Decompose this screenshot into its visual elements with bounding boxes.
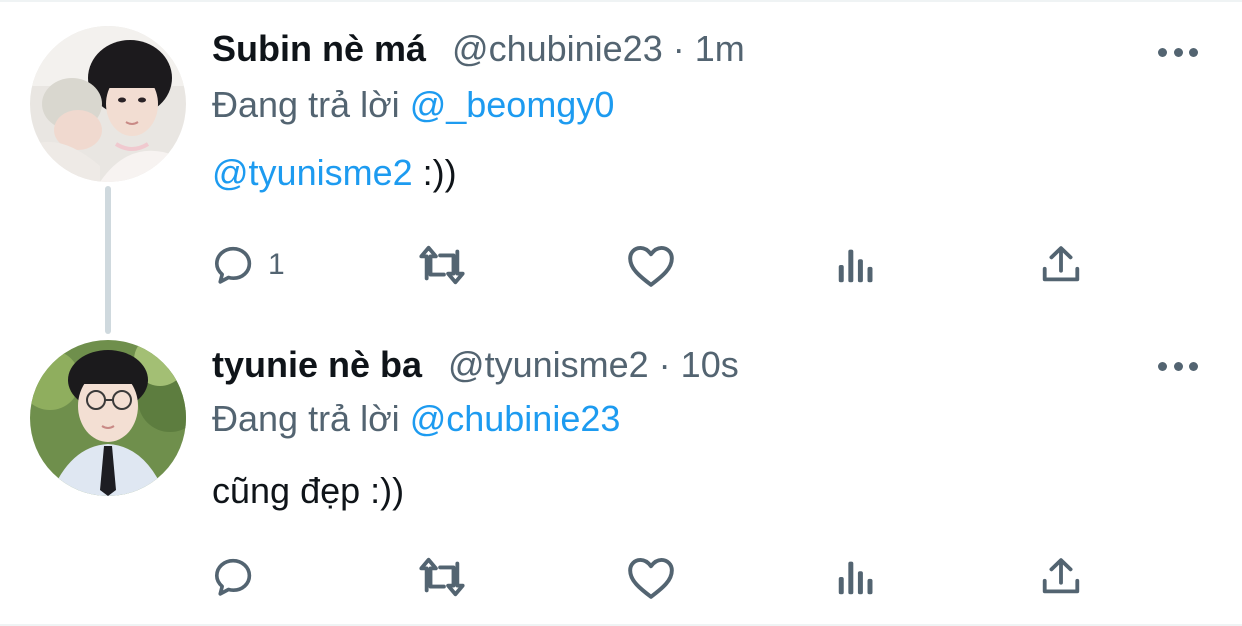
replying-to-label: Đang trả lời <box>212 84 410 125</box>
more-horizontal-icon[interactable] <box>1158 356 1198 376</box>
more-horizontal-icon[interactable] <box>1158 42 1198 62</box>
share-icon <box>1042 246 1080 282</box>
replying-to: Đang trả lời @chubinie23 <box>212 398 620 440</box>
reply-icon <box>214 558 252 596</box>
like-button[interactable] <box>626 552 676 602</box>
tweet-body: :)) <box>412 152 457 193</box>
tweet-text: @tyunisme2 :)) <box>212 152 457 194</box>
tweet-text: cũng đẹp :)) <box>212 470 404 512</box>
like-button[interactable] <box>626 240 676 290</box>
retweet-button[interactable] <box>414 240 470 290</box>
tweet[interactable]: Subin nè má @chubinie23 · 1m Đang trả lờ… <box>0 0 1242 334</box>
action-bar: 1 <box>212 240 1112 290</box>
mention-link[interactable]: @tyunisme2 <box>212 152 413 193</box>
views-icon <box>838 249 873 283</box>
thread-line <box>105 186 111 334</box>
views-icon <box>838 561 873 595</box>
views-button[interactable] <box>834 240 878 290</box>
avatar[interactable] <box>30 26 186 182</box>
mention-link[interactable]: @chubinie23 <box>410 398 621 439</box>
reply-button[interactable] <box>212 552 268 602</box>
separator: · <box>672 28 685 69</box>
handle[interactable]: @tyunisme2 <box>448 344 649 386</box>
tweet-header: tyunie nè ba @tyunisme2 · 10s <box>212 344 739 394</box>
display-name[interactable]: Subin nè má <box>212 28 426 70</box>
reply-button[interactable]: 1 <box>212 240 285 290</box>
display-name[interactable]: tyunie nè ba <box>212 344 422 386</box>
tweet-body: cũng đẹp :)) <box>212 470 405 511</box>
timestamp[interactable]: 1m <box>695 28 745 70</box>
replying-to: Đang trả lời @_beomgy0 <box>212 84 614 126</box>
timestamp[interactable]: 10s <box>681 344 739 386</box>
separator: · <box>658 344 671 385</box>
avatar[interactable] <box>30 340 186 496</box>
tweet-header: Subin nè má @chubinie23 · 1m <box>212 28 745 78</box>
tweet[interactable]: tyunie nè ba @tyunisme2 · 10s Đang trả l… <box>0 318 1242 626</box>
replying-to-label: Đang trả lời <box>212 398 410 439</box>
reply-count: 1 <box>268 248 285 281</box>
retweet-icon <box>419 245 465 285</box>
heart-icon <box>628 245 674 287</box>
views-button[interactable] <box>834 552 878 602</box>
heart-icon <box>628 557 674 599</box>
retweet-button[interactable] <box>414 552 470 602</box>
share-button[interactable] <box>1038 240 1084 290</box>
share-icon <box>1042 558 1080 594</box>
mention-link[interactable]: @_beomgy0 <box>410 84 615 125</box>
reply-icon <box>214 246 252 284</box>
handle[interactable]: @chubinie23 <box>452 28 663 70</box>
action-bar <box>212 552 1112 602</box>
retweet-icon <box>419 557 465 597</box>
share-button[interactable] <box>1038 552 1084 602</box>
